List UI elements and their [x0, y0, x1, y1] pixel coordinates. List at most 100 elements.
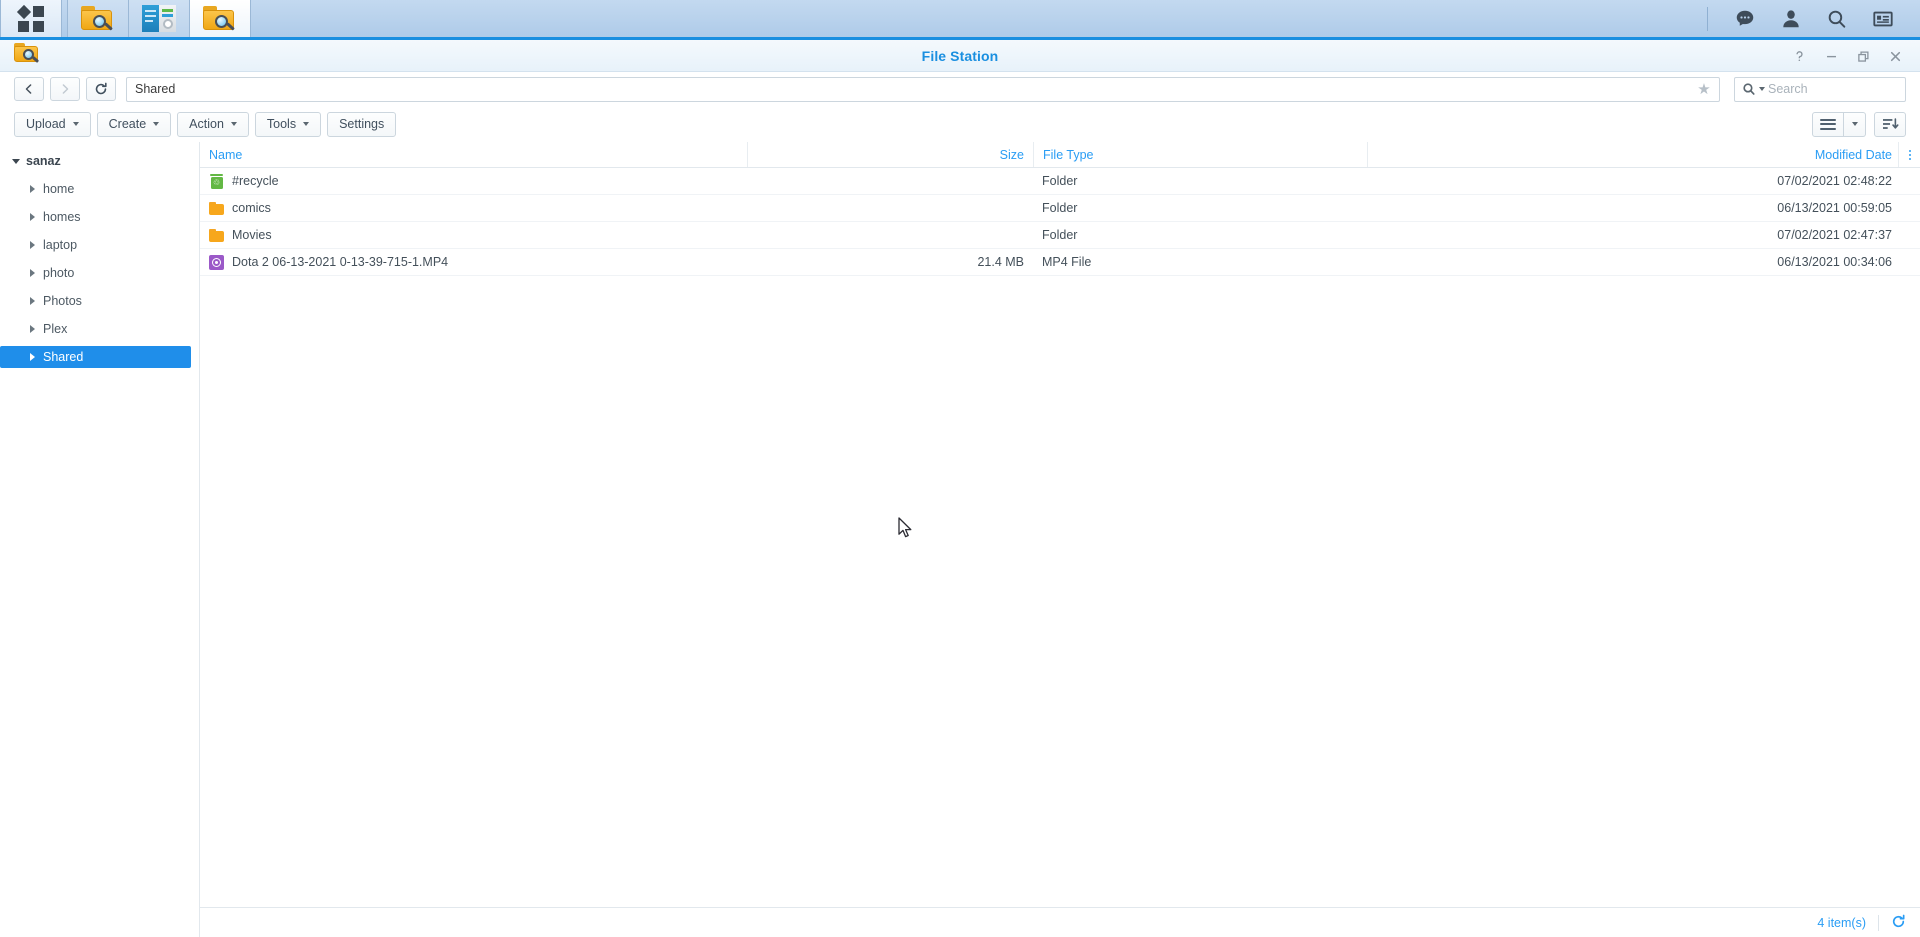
- control-panel-icon: [142, 5, 176, 32]
- sidebar-item-homes[interactable]: homes: [0, 206, 191, 228]
- column-header-name[interactable]: Name: [200, 142, 748, 167]
- cell-file-type: Folder: [1042, 201, 1078, 215]
- path-value: Shared: [135, 82, 176, 96]
- chevron-down-icon[interactable]: [12, 158, 20, 164]
- column-header-name-label: Name: [209, 147, 243, 162]
- table-row[interactable]: Movies Folder 07/02/2021 02:47:37: [200, 222, 1920, 249]
- item-count-label: 4 item(s): [1817, 915, 1866, 930]
- taskbar-item-file-station-2[interactable]: [189, 0, 251, 37]
- column-header-file-type[interactable]: File Type: [1033, 142, 1368, 167]
- tools-button[interactable]: Tools: [254, 111, 322, 137]
- tray-divider: [1707, 6, 1708, 31]
- file-list-header: Name Size File Type Modified Date: [200, 142, 1920, 168]
- more-vertical-icon: [1908, 149, 1911, 160]
- folder-icon: [209, 201, 224, 216]
- file-list-rows: ♲ #recycle Folder 07/02/2021 02:48:22 co…: [200, 168, 1920, 907]
- sidebar-item-laptop[interactable]: laptop: [0, 234, 191, 256]
- help-button[interactable]: [1784, 41, 1814, 71]
- table-row[interactable]: ♲ #recycle Folder 07/02/2021 02:48:22: [200, 168, 1920, 195]
- chevron-right-icon[interactable]: [30, 269, 35, 277]
- column-options-menu[interactable]: [1898, 142, 1920, 167]
- folder-search-icon: [203, 5, 237, 33]
- file-station-window: File Station Shared ★ Search Upload Crea…: [0, 40, 1920, 937]
- list-view-button[interactable]: [1812, 111, 1844, 137]
- search-input[interactable]: Search: [1734, 76, 1906, 102]
- chevron-down-icon: [72, 122, 79, 126]
- user-icon[interactable]: [1768, 0, 1814, 37]
- close-button[interactable]: [1880, 41, 1910, 71]
- search-placeholder: Search: [1768, 82, 1808, 96]
- chevron-right-icon[interactable]: [30, 185, 35, 193]
- apps-grid-icon: [16, 4, 44, 32]
- view-controls: [1812, 111, 1906, 137]
- file-name: Movies: [232, 228, 272, 242]
- sidebar-item-label: photo: [43, 266, 75, 280]
- navigation-bar: Shared ★ Search: [0, 72, 1920, 106]
- list-view-group: [1812, 111, 1866, 137]
- file-name: Dota 2 06-13-2021 0-13-39-715-1.MP4: [232, 255, 449, 269]
- sidebar-item-photo[interactable]: photo: [0, 262, 191, 284]
- chevron-down-icon: [303, 122, 310, 126]
- tools-button-label: Tools: [266, 117, 297, 131]
- column-header-modified-date-label: Modified Date: [1814, 147, 1892, 162]
- upload-button[interactable]: Upload: [14, 111, 91, 137]
- chevron-right-icon[interactable]: [30, 353, 35, 361]
- refresh-icon[interactable]: [1891, 914, 1906, 932]
- sidebar-item-shared[interactable]: Shared: [0, 346, 191, 368]
- create-button[interactable]: Create: [96, 111, 172, 137]
- file-name: comics: [232, 201, 271, 215]
- action-button[interactable]: Action: [177, 111, 249, 137]
- chevron-down-icon: [153, 122, 160, 126]
- minimize-button[interactable]: [1816, 41, 1846, 71]
- settings-button[interactable]: Settings: [327, 111, 397, 137]
- sidebar-item-label: Shared: [43, 350, 84, 364]
- main-menu-button[interactable]: [0, 0, 62, 37]
- table-row[interactable]: comics Folder 06/13/2021 00:59:05: [200, 195, 1920, 222]
- star-icon[interactable]: ★: [1689, 78, 1719, 101]
- cell-name: ♲ #recycle: [200, 173, 748, 189]
- cell-file-type: Folder: [1042, 174, 1078, 188]
- forward-button[interactable]: [50, 77, 80, 101]
- taskbar-app-list: [0, 0, 251, 37]
- status-divider: [1878, 914, 1879, 931]
- sidebar-item-home[interactable]: home: [0, 178, 191, 200]
- column-header-size[interactable]: Size: [748, 142, 1033, 167]
- restore-button[interactable]: [1848, 41, 1878, 71]
- sidebar-item-label: Photos: [43, 294, 82, 308]
- search-scope-chevron-down-icon[interactable]: [1759, 87, 1765, 91]
- path-input[interactable]: Shared ★: [126, 76, 1720, 102]
- sort-button[interactable]: [1874, 111, 1906, 137]
- cell-name: Dota 2 06-13-2021 0-13-39-715-1.MP4: [200, 254, 748, 270]
- cell-name: Movies: [200, 228, 748, 243]
- folder-search-icon: [81, 5, 115, 33]
- taskbar-item-file-station-1[interactable]: [67, 0, 129, 37]
- chevron-right-icon[interactable]: [30, 325, 35, 333]
- chevron-right-icon[interactable]: [30, 297, 35, 305]
- back-button[interactable]: [14, 77, 44, 101]
- notifications-icon[interactable]: [1722, 0, 1768, 37]
- tree-root-sanaz[interactable]: sanaz: [0, 150, 199, 172]
- chevron-right-icon[interactable]: [30, 213, 35, 221]
- sidebar-item-label: Plex: [43, 322, 68, 336]
- search-icon: [1743, 83, 1755, 95]
- sidebar-item-plex[interactable]: Plex: [0, 318, 191, 340]
- table-row[interactable]: Dota 2 06-13-2021 0-13-39-715-1.MP4 21.4…: [200, 249, 1920, 276]
- refresh-button[interactable]: [86, 77, 116, 101]
- file-list-panel: Name Size File Type Modified Date ♲ #rec…: [200, 142, 1920, 937]
- folder-icon: [209, 228, 224, 243]
- search-icon[interactable]: [1814, 0, 1860, 37]
- cell-modified-date: 07/02/2021 02:48:22: [1777, 174, 1892, 188]
- cell-file-type: MP4 File: [1042, 255, 1092, 269]
- chevron-right-icon[interactable]: [30, 241, 35, 249]
- create-button-label: Create: [108, 117, 147, 131]
- column-header-modified-date[interactable]: Modified Date: [1368, 142, 1898, 167]
- taskbar-item-control-panel[interactable]: [128, 0, 190, 37]
- window-titlebar[interactable]: File Station: [0, 40, 1920, 72]
- list-view-dropdown[interactable]: [1844, 111, 1866, 137]
- upload-button-label: Upload: [26, 117, 66, 131]
- widgets-icon[interactable]: [1860, 0, 1906, 37]
- sidebar-item-photos[interactable]: Photos: [0, 290, 191, 312]
- cell-modified-date: 06/13/2021 00:59:05: [1777, 201, 1892, 215]
- desktop-taskbar: [0, 0, 1920, 40]
- window-title: File Station: [921, 47, 999, 64]
